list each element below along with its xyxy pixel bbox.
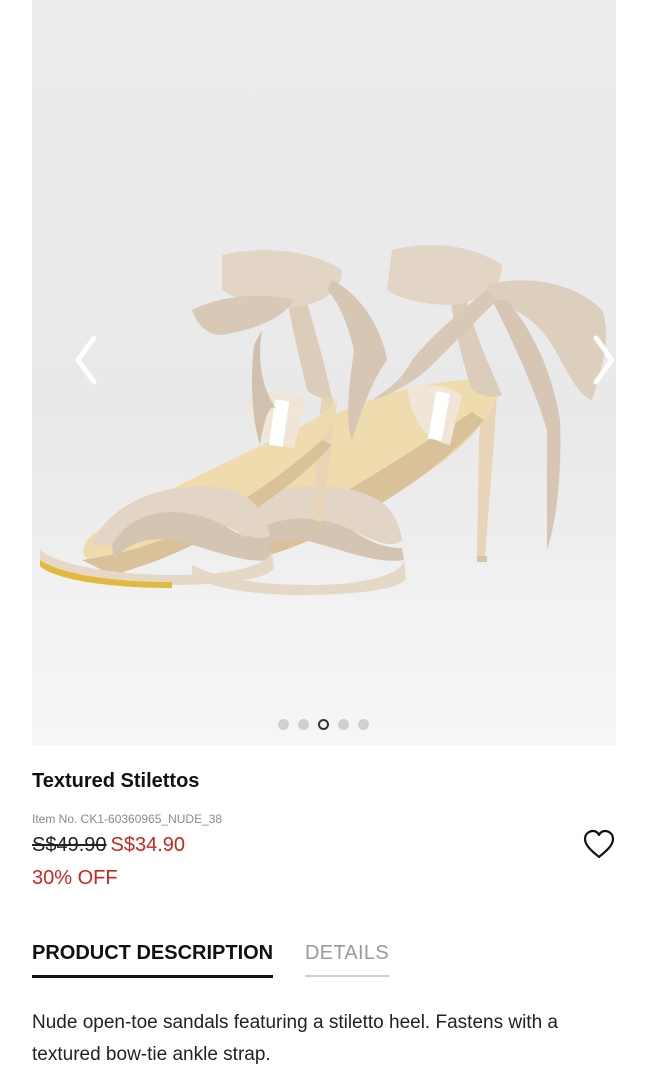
product-title: Textured Stilettos (32, 770, 200, 792)
original-price: S$49.90 (32, 834, 107, 856)
discount-label: 30% OFF (32, 867, 118, 889)
sale-price: S$34.90 (110, 834, 186, 856)
product-image-gallery[interactable] (32, 0, 616, 746)
heart-outline-icon[interactable] (582, 828, 616, 860)
chevron-left-icon[interactable] (66, 330, 106, 390)
item-number: Item No. CK1-60360965_NUDE_38 (32, 812, 223, 826)
carousel-dot[interactable] (338, 719, 349, 730)
carousel-dot[interactable] (298, 719, 309, 730)
tab-details[interactable]: DETAILS (305, 942, 389, 977)
carousel-dot[interactable] (358, 719, 369, 730)
tab-product-description[interactable]: PRODUCT DESCRIPTION (32, 942, 274, 978)
chevron-right-icon[interactable] (584, 330, 616, 390)
product-description-text: Nude open-toe sandals featuring a stilet… (32, 1012, 558, 1065)
carousel-dot-active[interactable] (318, 719, 329, 730)
price-block: S$49.90 S$34.90 (32, 834, 185, 857)
carousel-dots (278, 719, 369, 730)
carousel-dot[interactable] (278, 719, 289, 730)
product-image (40, 245, 607, 595)
